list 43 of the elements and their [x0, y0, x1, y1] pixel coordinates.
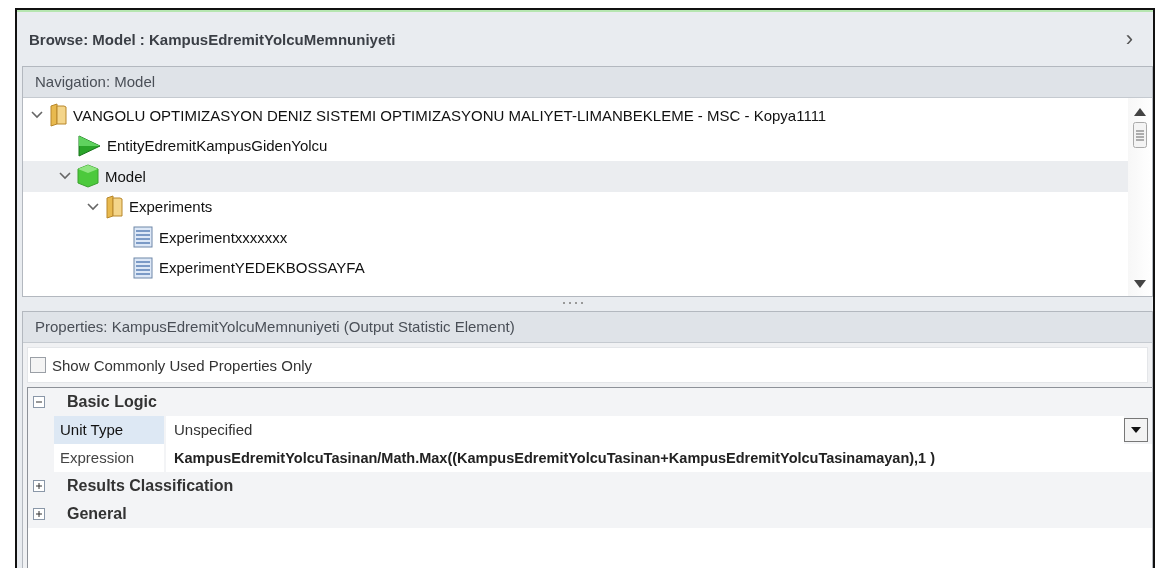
- document-icon: [133, 256, 153, 279]
- folder-icon: [49, 103, 67, 128]
- tree-row[interactable]: VANGOLU OPTIMIZASYON DENIZ SISTEMI OPTIMIZASYONU MALIYET-LIMANBEKLEME - MSC - Kopya1111: [23, 100, 1128, 131]
- collapse-icon[interactable]: [33, 396, 45, 408]
- panel-header: Properties: KampusEdremitYolcuMemnuniyeti (Output Statistic Element): [23, 312, 1152, 343]
- tree-item[interactable]: EntityEdremitKampusGidenYolcu: [107, 137, 328, 155]
- expand-icon[interactable]: [33, 508, 45, 520]
- expand-button[interactable]: ›: [1125, 26, 1133, 52]
- category-label[interactable]: Results Classification: [67, 477, 234, 495]
- tree-item[interactable]: Model: [105, 167, 146, 185]
- play-icon: [77, 134, 101, 157]
- panel-header: Navigation: Model: [23, 67, 1152, 98]
- folder-icon: [105, 194, 123, 219]
- common-properties-checkbox[interactable]: Show Commonly Used Properties Only: [28, 356, 313, 374]
- caret-icon: [1131, 427, 1141, 433]
- category-label[interactable]: General: [67, 505, 127, 523]
- scroll-up-icon[interactable]: [1134, 108, 1146, 116]
- tree-item[interactable]: Experimentxxxxxxx: [159, 228, 288, 246]
- scroll-thumb[interactable]: [1133, 122, 1147, 148]
- cube-icon: [77, 164, 99, 189]
- tree-item[interactable]: Experiments: [129, 198, 213, 216]
- document-icon: [133, 226, 153, 249]
- tree-item[interactable]: ExperimentYEDEKBOSSAYFA: [159, 259, 365, 277]
- tree-row[interactable]: Model: [23, 161, 1128, 192]
- tree-row[interactable]: EntityEdremitKampusGidenYolcu: [23, 130, 1128, 161]
- chevron-icon[interactable]: [59, 172, 71, 181]
- expand-icon[interactable]: [33, 480, 45, 492]
- property-value[interactable]: KampusEdremitYolcuTasinan/Math.Max((KampusEdremitYolcuTasinan+KampusEdremitYolcuTasinamayan),1 ): [164, 444, 1152, 472]
- browse-title: Browse: Model : KampusEdremitYolcuMemnuniyeti: [29, 30, 396, 48]
- property-name[interactable]: Expression: [54, 444, 164, 472]
- scroll-down-icon[interactable]: [1134, 280, 1146, 288]
- property-name[interactable]: Unit Type: [54, 416, 164, 444]
- tree-row[interactable]: ExperimentYEDEKBOSSAYFA: [23, 252, 1128, 283]
- property-row[interactable]: Unit Type Unspecified: [28, 416, 1152, 444]
- chevron-icon[interactable]: [87, 202, 99, 211]
- dropdown-button[interactable]: [1124, 418, 1148, 442]
- category-label[interactable]: Basic Logic: [67, 393, 157, 411]
- chevron-icon[interactable]: [31, 111, 43, 120]
- tree-row[interactable]: Experiments: [23, 191, 1128, 222]
- property-value[interactable]: Unspecified: [164, 416, 1124, 444]
- property-row[interactable]: Expression KampusEdremitYolcuTasinan/Math.Max((KampusEdremitYolcuTasinan+KampusEdremitYolcuTasinamayan),1 ): [28, 444, 1152, 472]
- tree-row[interactable]: Experimentxxxxxxx: [23, 222, 1128, 253]
- tree-item[interactable]: VANGOLU OPTIMIZASYON DENIZ SISTEMI OPTIMIZASYONU MALIYET-LIMANBEKLEME - MSC - Kopya1111: [73, 106, 827, 124]
